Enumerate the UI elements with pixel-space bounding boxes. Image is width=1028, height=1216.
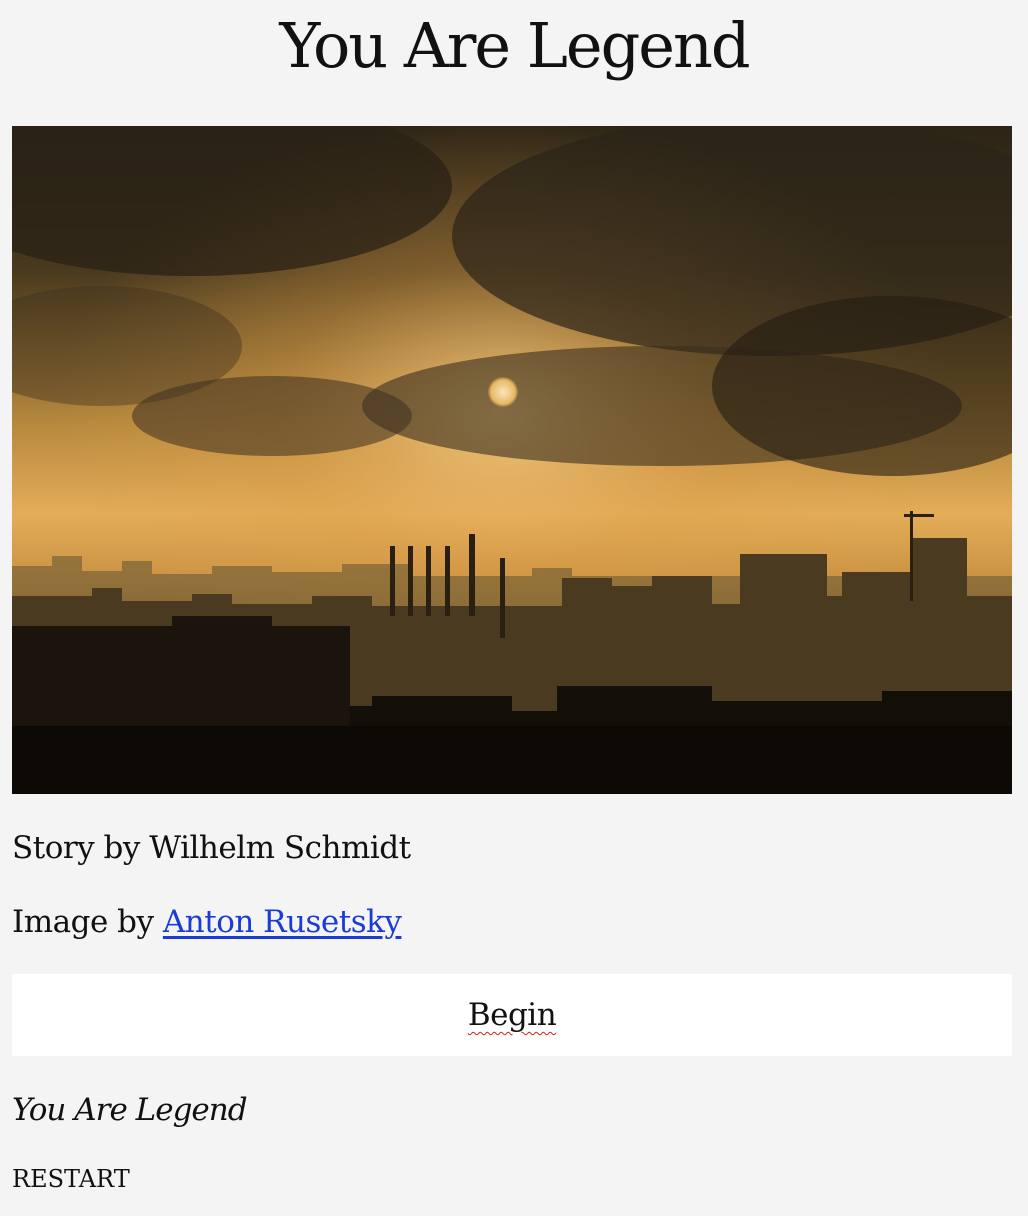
image-credit-prefix: Image by [12,904,163,940]
story-title: You Are Legend [279,9,750,82]
image-credit: Image by Anton Rusetsky [12,902,402,942]
photographer-link[interactable]: Anton Rusetsky [163,904,402,940]
footer-story-title: You Are Legend [12,1092,248,1128]
story-page: You Are Legend Story by Wilhelm Schmidt … [0,0,1028,1216]
begin-button-label: Begin [467,997,557,1033]
author-credit: Story by Wilhelm Schmidt [12,830,411,866]
begin-button[interactable]: Begin [12,974,1012,1056]
cover-image [12,126,1012,794]
restart-button[interactable]: RESTART [12,1164,130,1194]
